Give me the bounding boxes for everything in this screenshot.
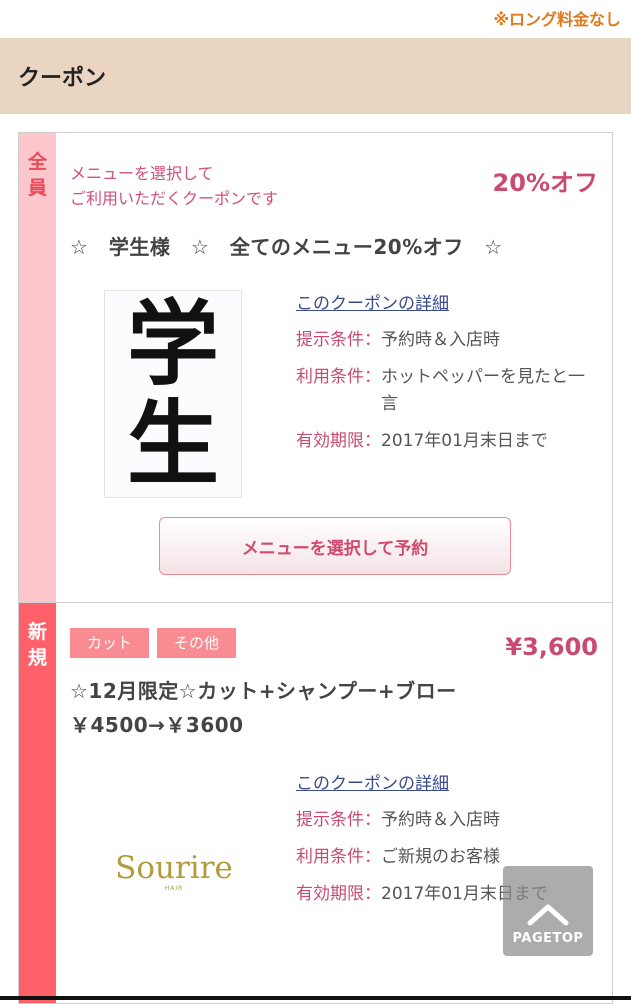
condition-value: ご新規のお客様 xyxy=(381,847,500,867)
condition-row: 提示条件： 予約時＆入店時 xyxy=(296,327,596,354)
condition-value: 予約時＆入店時 xyxy=(381,810,500,830)
coupon-detail-link[interactable]: このクーポンの詳細 xyxy=(296,291,596,317)
coupon-title: ☆12月限定☆カット+シャンプー+ブロー ￥4500→￥3600 xyxy=(70,679,478,737)
coupon-detail-link[interactable]: このクーポンの詳細 xyxy=(296,771,596,797)
condition-label: 利用条件： xyxy=(296,847,381,867)
coupon-tags: カット その他 xyxy=(70,628,237,658)
pagetop-button[interactable]: PAGETOP xyxy=(503,866,593,956)
condition-value: 2017年01月末日まで xyxy=(381,431,548,451)
coupon-type-badge-all: 全員 xyxy=(19,133,56,602)
coupon-title: ☆ 学生様 ☆ 全てのメニュー20%オフ ☆ xyxy=(70,235,503,259)
condition-row: 有効期限： 2017年01月末日まで xyxy=(296,428,596,455)
coupon-subtitle: メニューを選択して ご利用いただくクーポンです xyxy=(70,164,279,208)
coupon-image-char-1: 学 xyxy=(126,290,219,398)
tag-cut: カット xyxy=(70,628,150,658)
condition-value: 予約時＆入店時 xyxy=(381,330,500,350)
condition-label: 利用条件： xyxy=(296,367,381,387)
page-title: クーポン xyxy=(18,66,107,91)
coupon-image-char-2: 生 xyxy=(126,390,219,498)
condition-row: 利用条件： ホットペッパーを見たと一言 xyxy=(296,364,596,418)
condition-label: 有効期限： xyxy=(296,431,381,451)
reserve-button[interactable]: メニューを選択して予約 xyxy=(159,517,511,575)
chevron-up-icon xyxy=(527,904,569,926)
coupon-image: 学 生 xyxy=(104,290,242,498)
condition-value: ホットペッパーを見たと一言 xyxy=(381,367,585,414)
coupon-type-badge-new: 新規 xyxy=(19,603,56,1003)
condition-label: 有効期限： xyxy=(296,884,381,904)
coupon-card: 全員 メニューを選択して ご利用いただくクーポンです 20%オフ ☆ 学生様 ☆… xyxy=(19,133,612,603)
pagetop-label: PAGETOP xyxy=(512,931,584,946)
bottom-bar xyxy=(0,996,631,1000)
salon-logo: Sourire HAIR xyxy=(112,851,236,903)
coupon-body: メニューを選択して ご利用いただくクーポンです 20%オフ ☆ 学生様 ☆ 全て… xyxy=(56,133,612,602)
salon-logo-subtext: HAIR xyxy=(164,885,184,892)
condition-row: 提示条件： 予約時＆入店時 xyxy=(296,807,596,834)
section-header: クーポン xyxy=(0,38,631,114)
coupon-price: 20%オフ xyxy=(492,169,598,197)
condition-label: 提示条件： xyxy=(296,810,381,830)
coupon-details: このクーポンの詳細 提示条件： 予約時＆入店時 利用条件： ホットペッパーを見た… xyxy=(296,291,596,465)
tag-other: その他 xyxy=(157,628,237,658)
condition-label: 提示条件： xyxy=(296,330,381,350)
salon-logo-text: Sourire xyxy=(115,850,233,886)
coupon-price: ¥3,600 xyxy=(505,633,598,661)
long-hair-note: ※ロング料金なし xyxy=(493,10,621,29)
